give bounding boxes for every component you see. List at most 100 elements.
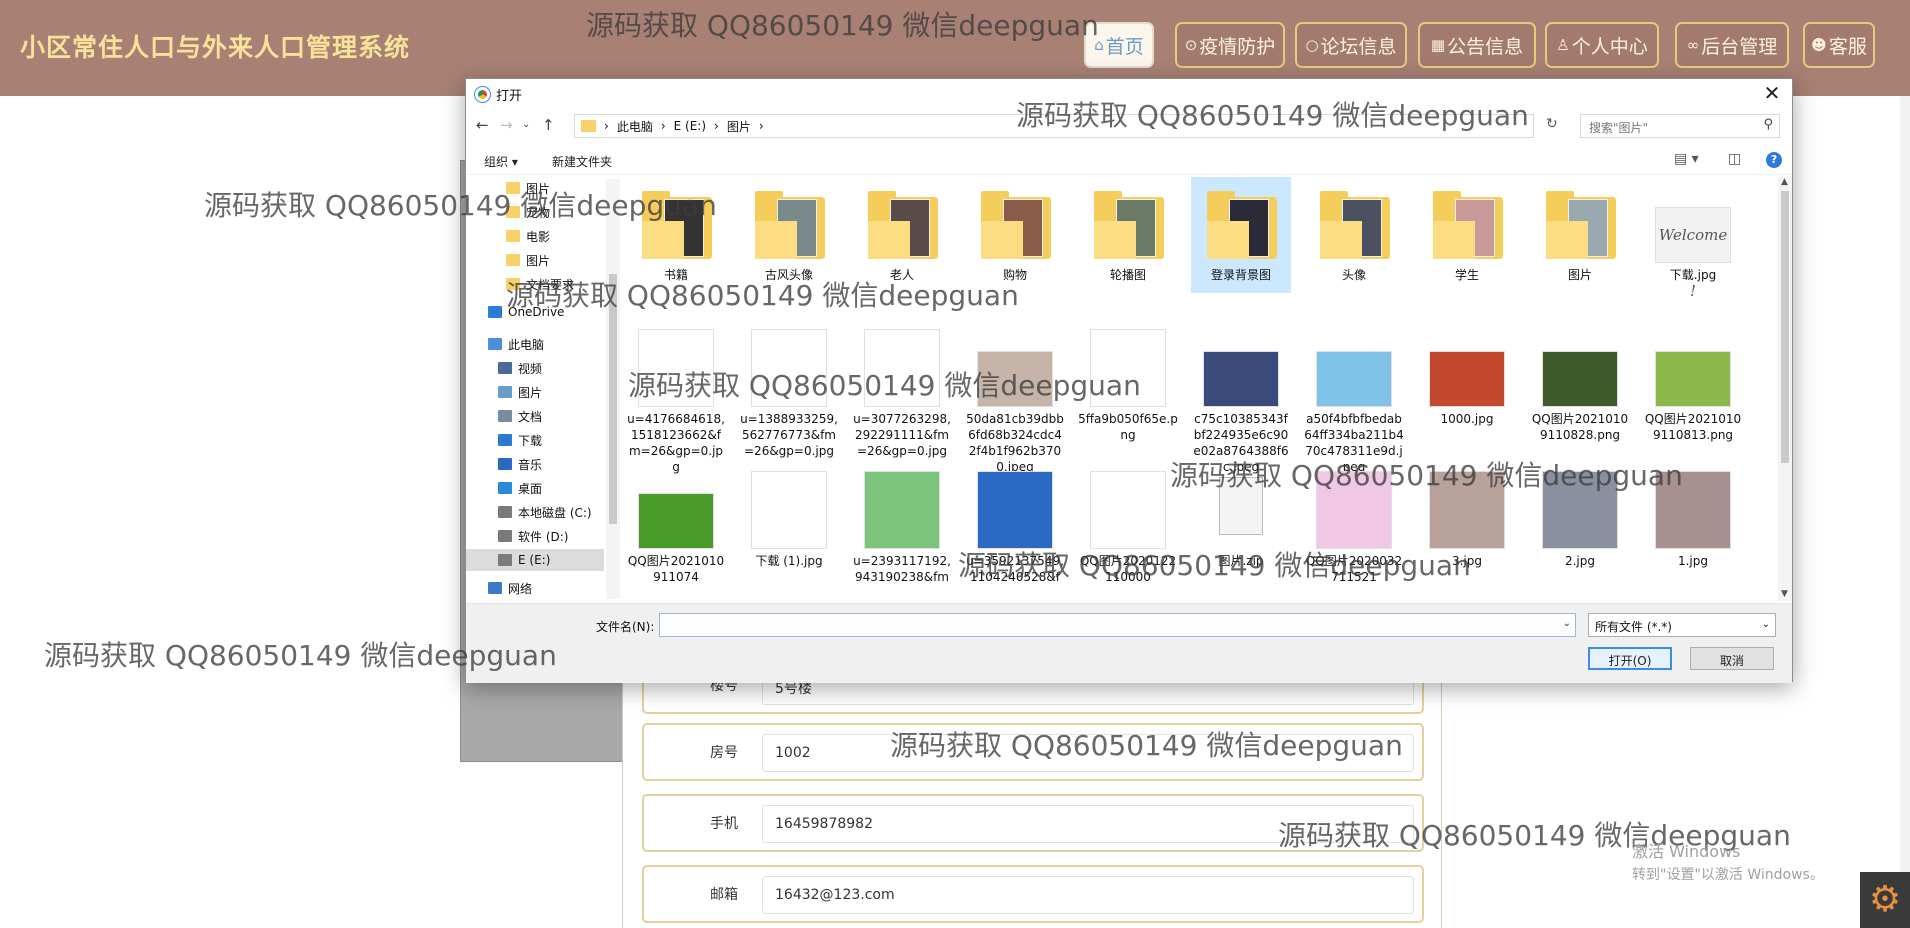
form-input[interactable]: 1002 xyxy=(762,734,1414,772)
file-item[interactable]: 下载 (1).jpg xyxy=(739,461,839,579)
folder-icon xyxy=(862,183,942,263)
file-item[interactable]: QQ图片2020122110000 xyxy=(1078,461,1178,584)
drive-icon xyxy=(498,506,512,518)
breadcrumb-item[interactable]: 图片 xyxy=(727,118,751,135)
nav-pane-item[interactable]: 文档要求 xyxy=(466,273,604,295)
nav-3-button[interactable]: ○ 论坛信息 xyxy=(1295,22,1407,68)
network-icon xyxy=(488,582,502,594)
file-item[interactable]: QQ图片2020032711521 xyxy=(1304,461,1404,584)
nav-pane-label: 下载 xyxy=(518,433,543,448)
file-item[interactable]: 5ffa9b050f65e.png xyxy=(1078,319,1178,442)
file-item[interactable]: u=2393117192,943190238&fm xyxy=(852,461,952,584)
up-icon[interactable]: ↑ xyxy=(542,116,555,134)
nav-pane-item[interactable]: 电影 xyxy=(466,225,604,247)
file-item[interactable]: QQ图片2021010911074 xyxy=(626,461,726,584)
file-item[interactable]: Welcome ! 下载.jpg xyxy=(1643,177,1743,300)
close-button[interactable]: ✕ xyxy=(1758,81,1786,107)
image-thumbnail xyxy=(749,327,829,407)
scroll-down-icon[interactable]: ▼ xyxy=(1781,589,1788,599)
file-item[interactable]: 1.jpg xyxy=(1643,461,1743,579)
nav-7-button[interactable]: ☻ 客服 xyxy=(1803,22,1875,68)
forward-icon[interactable]: → xyxy=(500,116,513,134)
file-item[interactable]: QQ图片20210109110828.png xyxy=(1530,319,1630,442)
view-options-icon[interactable]: ▤ ▾ xyxy=(1674,151,1699,167)
folder-item[interactable]: 学生 xyxy=(1417,177,1517,293)
preview-pane-icon[interactable]: ◫ xyxy=(1728,151,1741,167)
nav-pane-item[interactable]: 图片 xyxy=(466,381,604,403)
file-item[interactable]: 1000.jpg xyxy=(1417,319,1517,437)
folder-item[interactable]: 老人 xyxy=(852,177,952,293)
file-name: 图片.zip xyxy=(1218,554,1264,568)
nav-pane-item[interactable]: 图片 xyxy=(466,249,604,271)
file-item[interactable]: u=3592137549,1104240528&f xyxy=(965,461,1065,584)
nav-pane-item[interactable]: 音乐 xyxy=(466,453,604,475)
file-item[interactable]: 3.jpg xyxy=(1417,461,1517,579)
nav-pane-item[interactable]: 下载 xyxy=(466,429,604,451)
folder-item[interactable]: 书籍 xyxy=(626,177,726,293)
cancel-button[interactable]: 取消 xyxy=(1690,647,1774,670)
nav-pane-item[interactable]: 宠物 xyxy=(466,201,604,223)
file-item[interactable]: c75c10385343fbf224935e6c90e02a8764388f6c… xyxy=(1191,319,1291,474)
new-folder-button[interactable]: 新建文件夹 xyxy=(552,153,612,170)
file-item[interactable]: a50f4bfbfbedab64ff334ba211b470c478311e9d… xyxy=(1304,319,1404,474)
nav-pane-item[interactable]: OneDrive xyxy=(466,301,604,323)
folder-item[interactable]: 头像 xyxy=(1304,177,1404,293)
file-item[interactable]: u=4176684618,1518123662&fm=26&gp=0.jpg xyxy=(626,319,726,474)
form-input[interactable]: 16432@123.com xyxy=(762,876,1414,914)
scroll-up-icon[interactable]: ▲ xyxy=(1781,177,1788,187)
filename-input[interactable]: ⌄ xyxy=(659,613,1576,637)
nav-5-button[interactable]: ♙ 个人中心 xyxy=(1545,22,1659,68)
form-input[interactable]: 16459878982 xyxy=(762,805,1414,843)
page-scrollbar[interactable] xyxy=(1900,96,1910,872)
file-list-scrollbar[interactable]: ▲ ▼ xyxy=(1778,177,1792,601)
nav-pane-item[interactable]: 网络 xyxy=(466,577,604,599)
nav-pane-item[interactable]: E (E:) xyxy=(466,549,604,571)
nav-6-button[interactable]: ∞ 后台管理 xyxy=(1675,22,1789,68)
customer-service-icon: ☻ xyxy=(1811,36,1827,54)
nav-pane-item[interactable]: 此电脑 xyxy=(466,333,604,355)
nav-pane-item[interactable]: 软件 (D:) xyxy=(466,525,604,547)
nav-pane-label: 图片 xyxy=(518,385,543,400)
breadcrumb-item[interactable]: E (E:) xyxy=(674,119,706,133)
refresh-icon[interactable]: ↻ xyxy=(1546,116,1558,132)
file-name: 轮播图 xyxy=(1109,268,1146,282)
file-item[interactable]: 2.jpg xyxy=(1530,461,1630,579)
file-item[interactable]: 图片.zip xyxy=(1191,461,1291,579)
nav-pane-item[interactable]: 图片 xyxy=(466,177,604,199)
nav-2-button[interactable]: ⊙ 疫情防护 xyxy=(1175,22,1285,68)
nav-pane-item[interactable]: 桌面 xyxy=(466,477,604,499)
back-icon[interactable]: ← xyxy=(476,116,489,134)
organize-menu[interactable]: 组织 ▾ xyxy=(484,153,518,170)
folder-icon xyxy=(1088,183,1168,263)
folder-item[interactable]: 登录背景图 xyxy=(1191,177,1291,293)
folder-item[interactable]: 图片 xyxy=(1530,177,1630,293)
file-item[interactable]: QQ图片20210109110813.png xyxy=(1643,319,1743,442)
file-item[interactable]: u=3077263298,292291111&fm=26&gp=0.jpg xyxy=(852,319,952,458)
nav-pane-item[interactable]: 文档 xyxy=(466,405,604,427)
chat-icon: ○ xyxy=(1305,36,1319,54)
file-type-select[interactable]: 所有文件 (*.*) ⌄ xyxy=(1588,613,1776,637)
folder-item[interactable]: 购物 xyxy=(965,177,1065,293)
file-item[interactable]: 50da81cb39dbb6fd68b324cdc42f4b1f962b3700… xyxy=(965,319,1065,474)
file-name: 图片 xyxy=(1567,268,1592,282)
nav-4-button[interactable]: ▦ 公告信息 xyxy=(1418,22,1536,68)
nav-pane-item[interactable]: 视频 xyxy=(466,357,604,379)
nav-1-button[interactable]: ⌂ 首页 xyxy=(1084,22,1154,68)
help-icon[interactable]: ? xyxy=(1766,152,1782,168)
recent-dropdown-icon[interactable]: ⌄ xyxy=(522,119,530,130)
navigation-scrollbar[interactable] xyxy=(606,179,620,599)
folder-icon xyxy=(581,120,596,132)
folder-item[interactable]: 轮播图 xyxy=(1078,177,1178,293)
open-button[interactable]: 打开(O) xyxy=(1588,647,1672,670)
chevron-down-icon[interactable]: ⌄ xyxy=(1563,618,1571,629)
search-input[interactable]: 搜索"图片" ⚲ xyxy=(1580,114,1780,138)
nav-label: 疫情防护 xyxy=(1199,35,1276,58)
form-row: 邮箱 16432@123.com xyxy=(642,865,1424,923)
settings-gear-icon[interactable]: ⚙ xyxy=(1860,872,1910,928)
folder-item[interactable]: 古风头像 xyxy=(739,177,839,293)
file-item[interactable]: u=1388933259,562776773&fm=26&gp=0.jpg xyxy=(739,319,839,458)
nav-label: 公告信息 xyxy=(1447,35,1524,58)
address-bar[interactable]: › 此电脑 › E (E:) › 图片 › xyxy=(574,114,1534,138)
breadcrumb-item[interactable]: 此电脑 xyxy=(617,118,653,135)
nav-pane-item[interactable]: 本地磁盘 (C:) xyxy=(466,501,604,523)
